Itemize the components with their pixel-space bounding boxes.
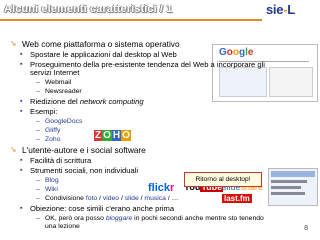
desktop-widget-screenshot (268, 168, 318, 206)
title-rule (0, 19, 262, 21)
zoho-logo: ZOHO (94, 130, 131, 141)
google-logo: Google (219, 47, 254, 58)
desktop-callout: Ritorno al desktop! (184, 172, 262, 187)
lastfm-logo: last.fm (222, 194, 252, 203)
flickr-logo: flickr (148, 182, 175, 194)
page-number: 8 (304, 225, 308, 232)
slide-title: Alcuni elementi caratteristici / 1 (4, 3, 173, 15)
title-bar: Alcuni elementi caratteristici / 1 sie-L (0, 0, 320, 22)
brand-logo: sie-L (266, 2, 295, 17)
google-screenshot: Google (212, 44, 318, 102)
